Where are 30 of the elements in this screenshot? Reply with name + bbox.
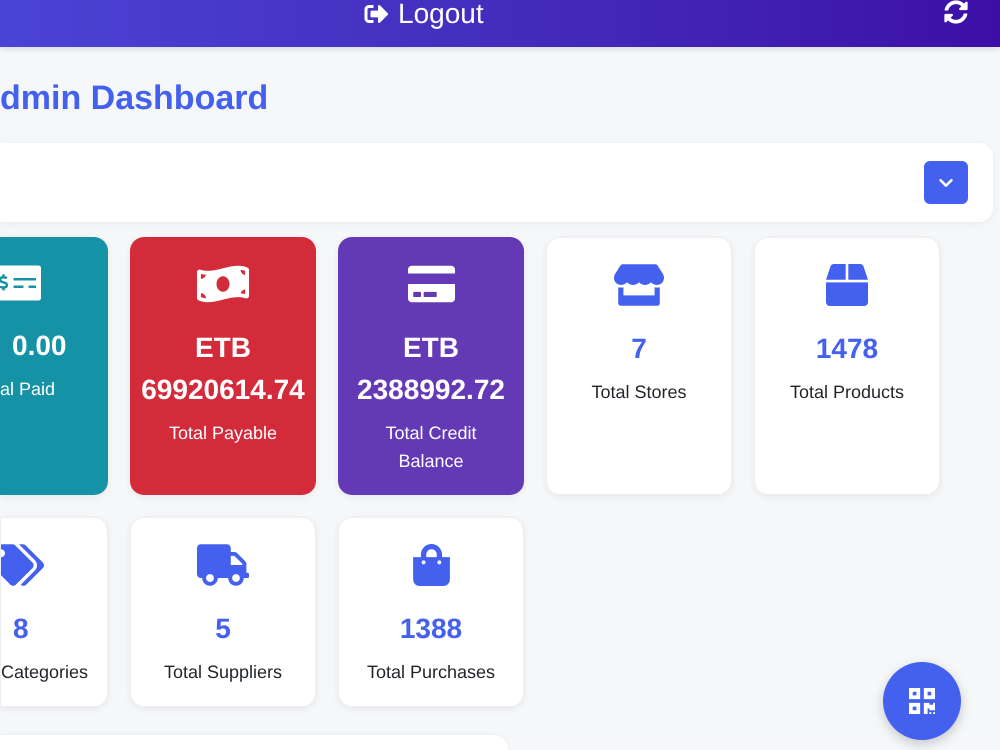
stat-label: Total Stores: [591, 381, 687, 404]
stat-label: Categories: [1, 661, 88, 684]
banknote-icon: [197, 263, 249, 305]
refresh-icon[interactable]: [944, 0, 968, 24]
stat-value: 0.00: [11, 329, 66, 363]
logout-button[interactable]: Logout: [363, 0, 484, 28]
dropdown-button[interactable]: [924, 161, 968, 204]
stat-value: 1388: [400, 612, 462, 646]
stat-value: ETB 69920614.74: [140, 331, 306, 407]
stat-label: Total Suppliers: [164, 661, 282, 684]
shopping-bag-icon: [412, 544, 450, 586]
qr-code-icon: [909, 686, 935, 716]
stat-label: Total Products: [790, 381, 904, 404]
stat-value: 8: [12, 612, 29, 646]
logout-icon: [363, 2, 390, 26]
store-icon: [614, 264, 664, 306]
stat-label: al Paid: [0, 378, 56, 401]
tags-icon: [1, 544, 44, 586]
stat-label: Total Purchases: [366, 661, 496, 684]
stat-value: 7: [631, 332, 647, 366]
stat-value: ETB 2388992.72: [356, 331, 506, 407]
stat-value: 5: [215, 612, 231, 646]
page-title: dmin Dashboard: [0, 78, 268, 119]
money-check-icon: [0, 263, 41, 303]
box-icon: [826, 264, 868, 306]
stat-label: Total Credit Balance: [384, 422, 478, 473]
stat-label: Total Payable: [168, 422, 278, 445]
truck-icon: [197, 544, 249, 586]
stat-value: 1478: [816, 332, 878, 366]
credit-card-icon: [408, 263, 454, 305]
